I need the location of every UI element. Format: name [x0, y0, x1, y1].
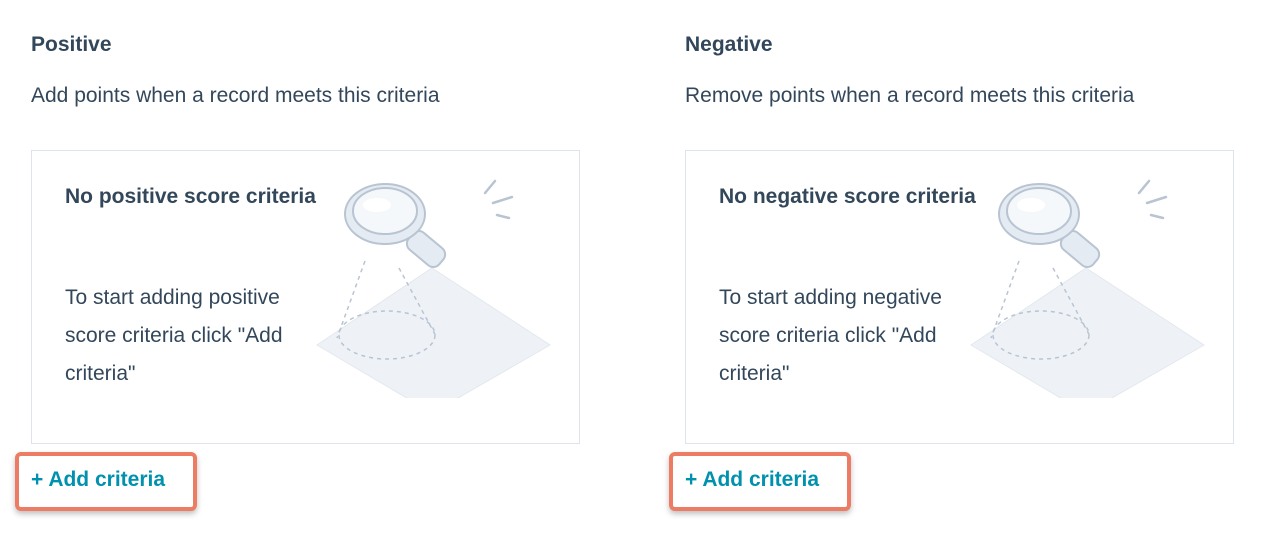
add-positive-criteria-button[interactable]: + Add criteria: [31, 468, 165, 492]
add-negative-criteria-button[interactable]: + Add criteria: [685, 468, 819, 492]
positive-empty-body: To start adding positive score criteria …: [65, 286, 283, 385]
magnifying-glass-icon: [970, 179, 1205, 398]
positive-title: Positive: [31, 33, 112, 56]
negative-empty-title: No negative score criteria: [719, 185, 976, 208]
magnifying-glass-icon: [316, 179, 551, 398]
negative-empty-state: No negative score criteria To start addi…: [685, 150, 1234, 444]
positive-empty-title: No positive score criteria: [65, 185, 316, 208]
score-criteria-page: Positive Add points when a record meets …: [0, 0, 1270, 540]
positive-description: Add points when a record meets this crit…: [31, 84, 440, 107]
negative-description: Remove points when a record meets this c…: [685, 84, 1135, 107]
negative-title: Negative: [685, 33, 773, 56]
positive-empty-state: No positive score criteria To start addi…: [31, 150, 580, 444]
negative-empty-body: To start adding negative score criteria …: [719, 286, 942, 385]
